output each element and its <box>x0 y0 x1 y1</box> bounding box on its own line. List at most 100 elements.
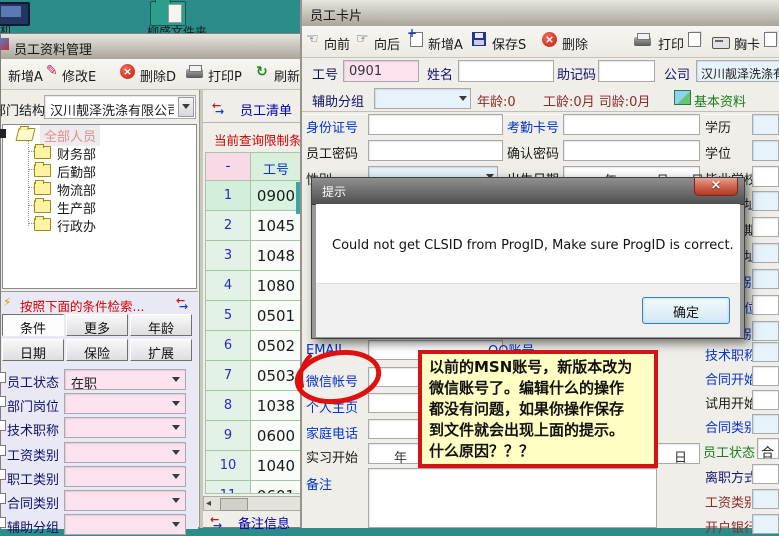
checkbox[interactable] <box>0 420 6 431</box>
tech-title-field[interactable] <box>752 342 779 362</box>
school-field[interactable] <box>752 166 779 187</box>
aux-group-select[interactable] <box>374 88 471 109</box>
row-index-cell[interactable]: 5 <box>206 301 251 331</box>
row-index-cell[interactable]: 3 <box>206 241 251 271</box>
badge-button[interactable]: 胸卡 <box>734 34 760 53</box>
row-index-cell[interactable]: 10 <box>206 451 251 481</box>
row-index-cell[interactable]: 4 <box>206 271 251 301</box>
degree-field[interactable] <box>752 140 779 161</box>
search-tab-criteria[interactable]: 条件 <box>2 314 64 336</box>
search-row-select[interactable] <box>64 514 186 535</box>
dialog-close-button[interactable]: × <box>694 178 738 196</box>
dept-structure-select[interactable]: 汉川靓泽洗涤有限公司 <box>44 95 196 119</box>
salary-type-field[interactable] <box>752 489 779 509</box>
contract-start-field[interactable] <box>752 366 779 386</box>
search-row-select[interactable] <box>64 417 186 438</box>
chevron-down-icon <box>172 425 180 434</box>
next-button[interactable]: 向后 <box>374 34 400 53</box>
checkbox[interactable] <box>0 396 6 407</box>
tree-node[interactable]: 后勤部 <box>57 162 96 181</box>
card-titlebar[interactable] <box>302 0 779 27</box>
tree-node[interactable]: 物流部 <box>57 180 96 199</box>
row-index-cell[interactable]: 6 <box>206 331 251 361</box>
delete-button[interactable]: 删除 <box>562 34 588 53</box>
field-sliver[interactable] <box>752 217 779 237</box>
row-index-cell[interactable]: 2 <box>206 211 251 241</box>
swap-icon[interactable]: ← → <box>176 297 193 311</box>
trial-start-field[interactable] <box>752 390 779 410</box>
confirm-password-field[interactable] <box>563 140 700 161</box>
contract-type-field[interactable] <box>752 414 779 434</box>
scroll-thumb[interactable] <box>220 498 248 511</box>
panel-splitter[interactable] <box>199 90 203 528</box>
emp-no-field[interactable]: 0901 <box>343 60 419 82</box>
field-sliver[interactable] <box>752 295 779 315</box>
checkbox[interactable] <box>0 372 6 383</box>
tree-node-root[interactable]: 全部人员 <box>40 125 100 146</box>
row-index-cell[interactable]: 7 <box>206 361 251 391</box>
checkbox[interactable] <box>0 445 6 456</box>
row-id-cell[interactable]: 0501 <box>251 301 302 331</box>
row-index-cell[interactable]: 1 <box>206 181 251 211</box>
header-index-cell[interactable]: - <box>206 153 251 181</box>
row-index-cell[interactable]: 11 <box>206 481 251 494</box>
row-id-cell[interactable]: 1040 <box>251 451 302 481</box>
delete-button[interactable]: 删除D <box>140 66 176 85</box>
search-tab-extend[interactable]: 扩展 <box>130 339 192 361</box>
field-sliver[interactable] <box>752 243 779 263</box>
header-id-cell[interactable]: 工号 <box>251 153 302 181</box>
dialog-titlebar[interactable]: 提示 <box>312 178 744 205</box>
field-sliver[interactable] <box>752 269 779 289</box>
h-scrollbar[interactable]: ◂ <box>203 496 301 511</box>
new-button[interactable]: 新增A <box>428 34 463 53</box>
ok-button[interactable]: 确定 <box>642 297 730 324</box>
bank-field[interactable] <box>752 514 779 534</box>
edit-button[interactable]: 修改E <box>62 66 96 85</box>
prev-button[interactable]: 向前 <box>324 34 350 53</box>
tree-node[interactable]: 财务部 <box>57 144 96 163</box>
refresh-button[interactable]: 刷新 <box>274 66 300 85</box>
row-index-cell[interactable]: 9 <box>206 421 251 451</box>
search-tab-insurance[interactable]: 保险 <box>66 339 128 361</box>
print-button[interactable]: 打印 <box>658 34 684 53</box>
swap-icon[interactable]: ← → <box>212 102 229 116</box>
search-tab-age[interactable]: 年龄 <box>130 314 192 336</box>
tree-root-expand-box[interactable] <box>0 129 6 138</box>
row-id-cell[interactable]: 1045 <box>251 211 302 241</box>
search-tab-date[interactable]: 日期 <box>2 339 64 361</box>
checkbox[interactable] <box>0 517 6 528</box>
row-id-cell[interactable]: 1048 <box>251 241 302 271</box>
emp-status-field[interactable]: 合 <box>757 438 779 459</box>
tree-node[interactable]: 生产部 <box>57 198 96 217</box>
new-button[interactable]: 新增A <box>8 66 43 85</box>
row-index-cell[interactable]: 8 <box>206 391 251 421</box>
attend-card-field[interactable] <box>563 114 700 135</box>
remark-field[interactable] <box>368 468 657 528</box>
search-row-select[interactable] <box>64 466 186 487</box>
row-id-cell[interactable]: 0900 <box>251 181 302 211</box>
field-sliver[interactable] <box>752 321 779 341</box>
leave-mode-field[interactable] <box>752 464 779 484</box>
tree-node[interactable]: 行政办 <box>57 216 96 235</box>
row-id-cell[interactable]: 0600 <box>251 421 302 451</box>
print-button[interactable]: 打印P <box>208 66 242 85</box>
mnemonic-field[interactable] <box>598 60 655 82</box>
search-row-select[interactable] <box>64 490 186 511</box>
row-id-cell[interactable]: 0601 <box>251 481 302 494</box>
education-field[interactable] <box>752 114 779 135</box>
name-field[interactable] <box>458 60 554 82</box>
search-row-select[interactable] <box>64 393 186 414</box>
checkbox[interactable] <box>0 469 6 480</box>
search-row-select[interactable]: 在职 <box>64 369 186 390</box>
password-field[interactable] <box>368 140 503 161</box>
save-button[interactable]: 保存S <box>492 34 526 53</box>
basic-info-link[interactable]: 基本资料 <box>694 91 746 110</box>
id-card-field[interactable] <box>368 114 503 135</box>
search-tab-more[interactable]: 更多 <box>66 314 128 336</box>
row-id-cell[interactable]: 1080 <box>251 271 302 301</box>
checkbox[interactable] <box>0 493 6 504</box>
search-row-select[interactable] <box>64 442 186 463</box>
company-field[interactable]: 汉川靓泽洗涤有限公司 <box>696 60 779 82</box>
field-sliver[interactable] <box>752 191 779 211</box>
scroll-left-icon[interactable]: ◂ <box>206 498 211 509</box>
